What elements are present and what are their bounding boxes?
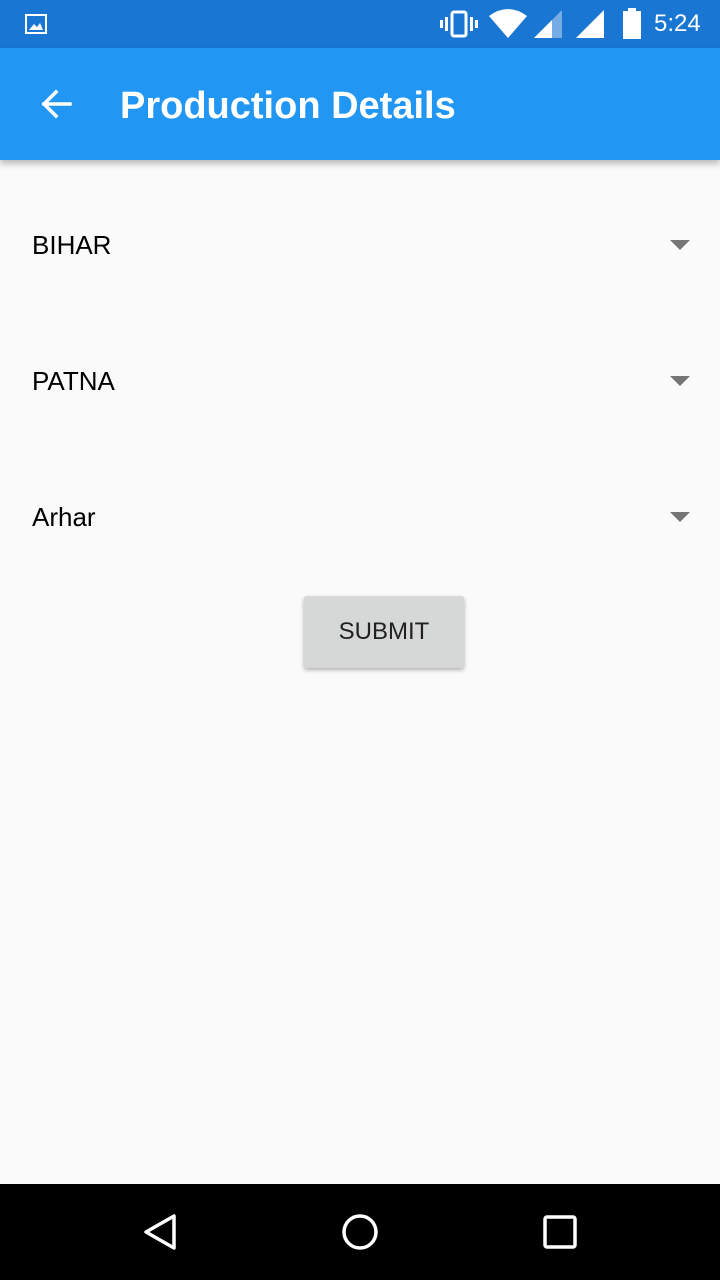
state-spinner[interactable]: BIHAR xyxy=(0,196,720,292)
navigation-bar xyxy=(0,1184,720,1280)
battery-icon xyxy=(622,8,642,40)
crop-spinner-value: Arhar xyxy=(32,502,96,532)
vibrate-icon xyxy=(440,10,478,38)
nav-home-button[interactable] xyxy=(328,1200,392,1264)
gallery-notification-icon xyxy=(24,12,48,36)
nav-recents-button[interactable] xyxy=(528,1200,592,1264)
crop-spinner[interactable]: Arhar xyxy=(0,468,720,564)
app-bar: Production Details xyxy=(0,48,720,160)
dropdown-arrow-icon xyxy=(668,238,692,252)
page-title: Production Details xyxy=(120,85,456,127)
status-bar: 5:24 xyxy=(0,0,720,48)
district-spinner[interactable]: PATNA xyxy=(0,332,720,428)
nav-back-button[interactable] xyxy=(128,1200,192,1264)
back-button[interactable] xyxy=(24,72,88,136)
dropdown-arrow-icon xyxy=(668,510,692,524)
state-spinner-value: BIHAR xyxy=(32,230,112,260)
cell-signal-icon xyxy=(532,8,564,40)
status-time: 5:24 xyxy=(654,10,701,37)
dropdown-arrow-icon xyxy=(668,374,692,388)
cell-signal-icon xyxy=(574,8,606,40)
wifi-icon xyxy=(488,8,528,40)
submit-button[interactable]: SUBMIT xyxy=(304,596,464,668)
district-spinner-value: PATNA xyxy=(32,366,115,396)
